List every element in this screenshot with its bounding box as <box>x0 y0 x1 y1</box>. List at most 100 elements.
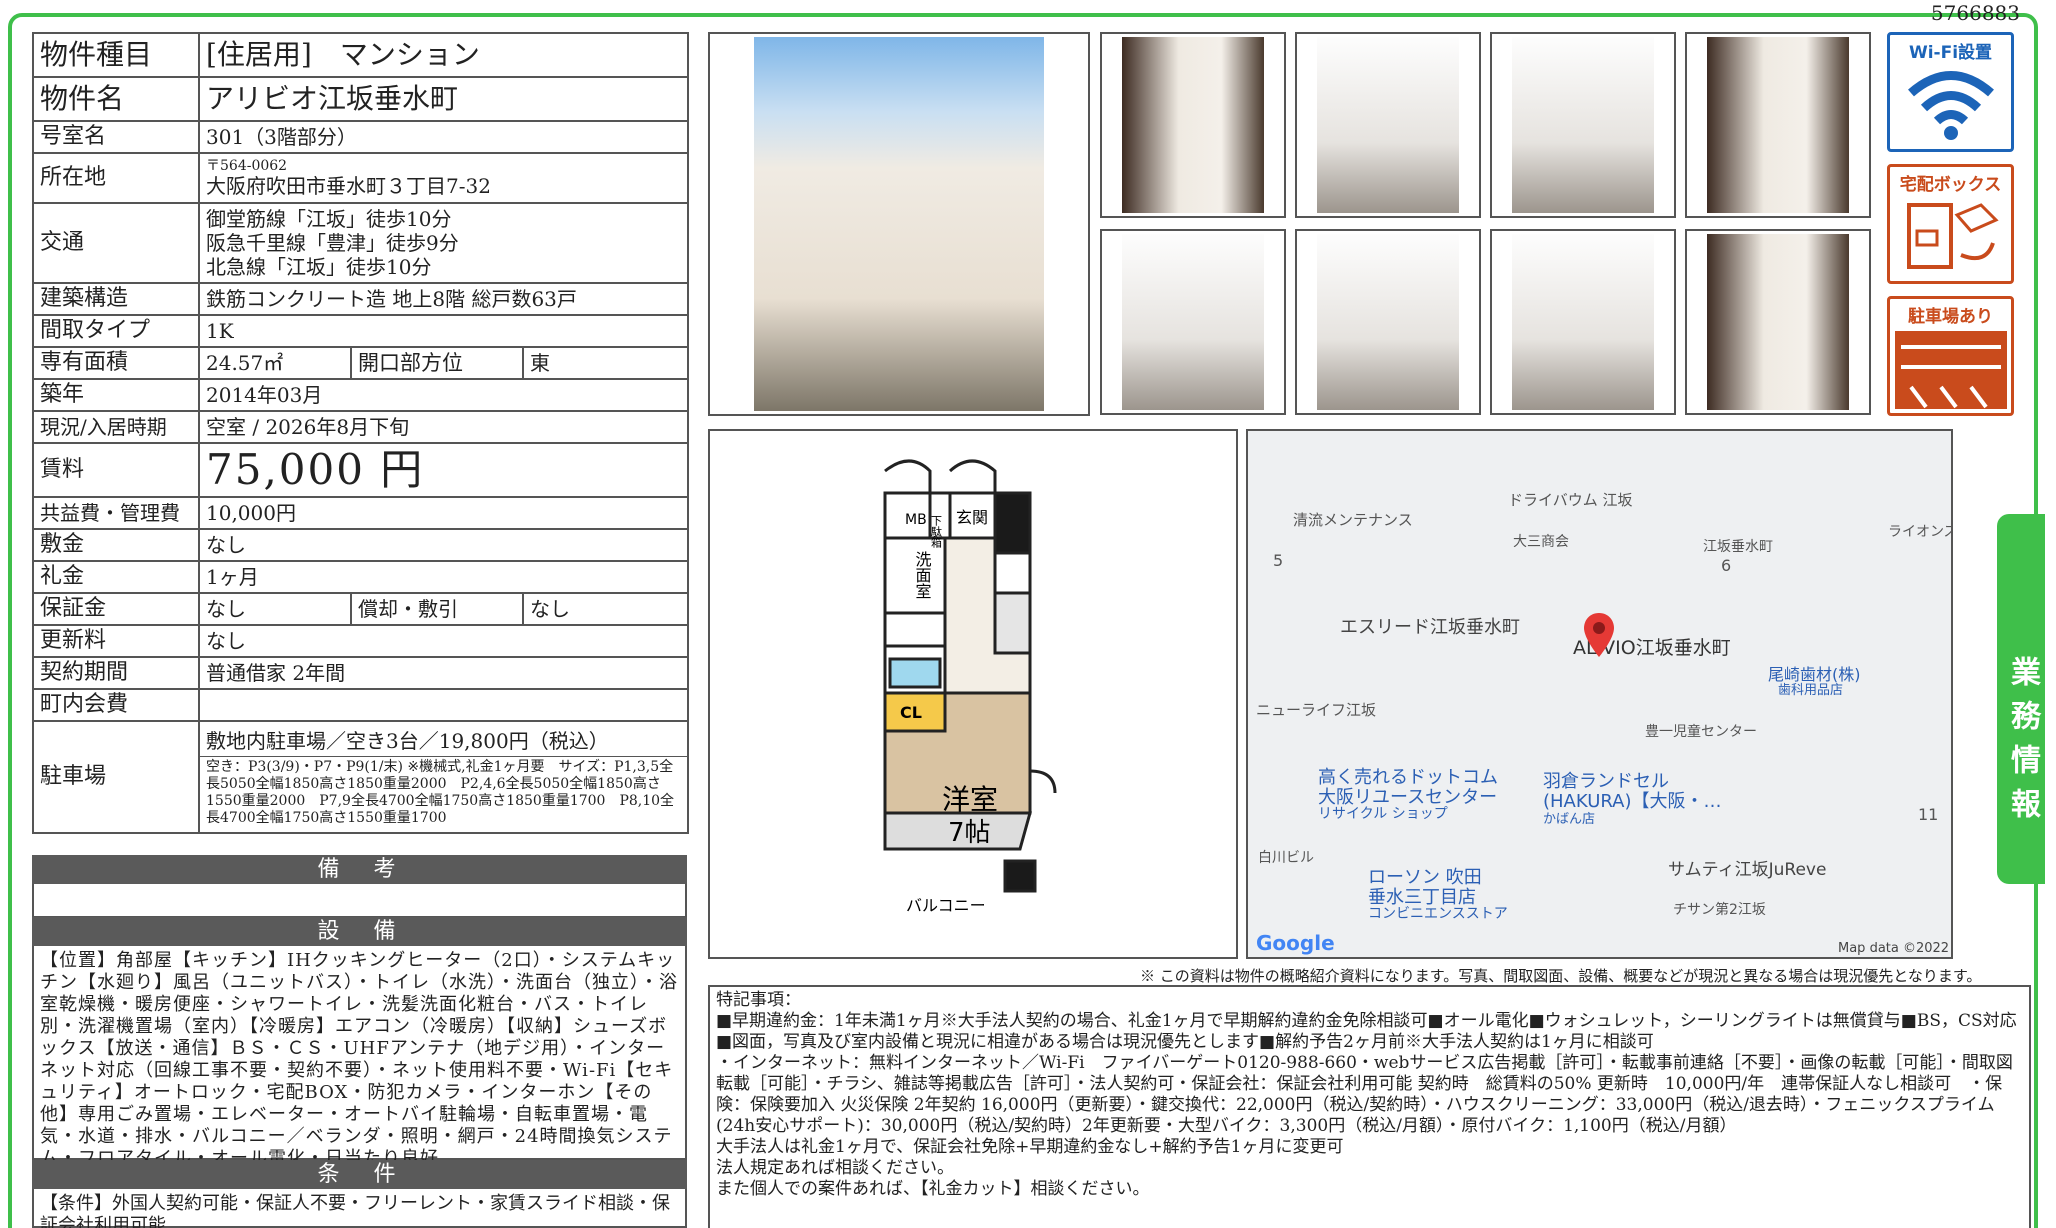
transport-line: 阪急千里線「豊津」徒歩9分 <box>206 231 459 255</box>
community-value <box>198 688 689 722</box>
address-label: 所在地 <box>32 152 200 204</box>
toilet-photo <box>1490 32 1676 218</box>
structure-label: 建築構造 <box>32 282 200 316</box>
built-label: 築年 <box>32 378 200 412</box>
shelf-photo <box>1295 32 1481 218</box>
name-label: 物件名 <box>32 76 200 122</box>
hallway-photo <box>1100 32 1286 218</box>
document-number: 5766883 <box>1930 1 2020 25</box>
business-info-tab[interactable]: 業務情報 <box>1997 514 2045 884</box>
map-label: 歯科用品店 <box>1778 683 1844 698</box>
map-label: ライオンズマンション <box>1888 524 1953 540</box>
map-label: ニューライフ江坂 <box>1256 701 1377 719</box>
map-label: かばん店 <box>1543 812 1596 827</box>
status-label: 現況/入居時期 <box>32 410 200 444</box>
address-value: 大阪府吹田市垂水町３丁目7-32 <box>206 174 491 198</box>
contract-label: 契約期間 <box>32 656 200 690</box>
map-label: エスリード江坂垂水町 <box>1340 617 1520 638</box>
map-attribution: Map data ©2022 <box>1838 941 1950 956</box>
room-label: 洋室 <box>942 783 998 816</box>
layout-value: 1K <box>198 314 689 348</box>
property-spec-table: 物件種目 [住居用] マンション 物件名 アリビオ江坂垂水町 号室名 301（3階部分… <box>32 32 689 834</box>
transport-label: 交通 <box>32 202 200 284</box>
community-label: 町内会費 <box>32 688 200 722</box>
conditions-header: 条 件 <box>32 1160 687 1189</box>
wifi-icon <box>1907 71 1994 140</box>
map-label: 豊一児童センター <box>1645 724 1757 740</box>
closet-label: CL <box>900 703 922 722</box>
parking-badge: 駐車場あり <box>1887 296 2014 416</box>
equipment-box: 【位置】角部屋【キッチン】IHクッキングヒーター（2口）・システムキッチン【水廻… <box>32 946 687 1169</box>
mb-label: MB <box>905 512 927 528</box>
postal-code: 〒564-0062 <box>206 158 288 174</box>
type-label: 物件種目 <box>32 32 200 78</box>
transport-line: 御堂筋線「江坂」徒歩10分 <box>206 207 452 231</box>
entrance-label: 玄関 <box>956 508 988 527</box>
map-label: 5 <box>1273 551 1284 570</box>
rent-label: 賃料 <box>32 442 200 498</box>
built-value: 2014年03月 <box>198 378 689 412</box>
map-label: チサン第2江坂 <box>1673 902 1766 918</box>
layout-label: 間取タイプ <box>32 314 200 348</box>
room-value: 301（3階部分） <box>198 120 689 154</box>
contract-value: 普通借家 2年間 <box>198 656 689 690</box>
building-photo <box>708 32 1090 416</box>
direction-label: 開口部方位 <box>350 346 524 380</box>
deposit-label: 敷金 <box>32 528 200 562</box>
area-label: 専有面積 <box>32 346 200 380</box>
wifi-badge-label: Wi-Fi設置 <box>1908 43 1993 63</box>
renewal-value: なし <box>198 624 689 658</box>
area-value: 24.57㎡ <box>198 346 352 380</box>
conditions-box: 【条件】外国人契約可能・保証人不要・フリーレント・家賃スライド相談・保証会社利用… <box>32 1189 687 1228</box>
room-door-photo <box>1685 229 1871 415</box>
parking-label: 駐車場 <box>32 720 200 834</box>
guarantee-label: 保証金 <box>32 592 200 626</box>
direction-value: 東 <box>522 346 689 380</box>
map-label: 江坂垂水町 <box>1703 539 1773 555</box>
parking-value: 敷地内駐車場／空き3台／19,800円（税込） <box>200 726 687 757</box>
map-pin-icon <box>1584 613 1614 657</box>
amort-value: なし <box>522 592 689 626</box>
equipment-header: 設 備 <box>32 917 687 946</box>
shoe-box-label: 下駄箱 <box>930 515 943 549</box>
special-notes: 特記事項： ■早期違約金：1年未満1ヶ月※大手法人契約の場合、礼金1ヶ月で早期解… <box>708 985 2031 1228</box>
parking-icon <box>1894 331 2007 409</box>
delivery-badge-label: 宅配ボックス <box>1899 175 2002 195</box>
room-size-label: 7帖 <box>948 818 991 848</box>
map-label: コンビニエンスストア <box>1368 906 1508 922</box>
google-logo: Google <box>1256 931 1335 955</box>
floor-plan: MB 下駄箱 玄関 洗面室 CL 洋室 7帖 バルコニー <box>708 429 1238 959</box>
fee-value: 10,000円 <box>198 496 689 530</box>
map-label: 11 <box>1918 805 1939 824</box>
key-money-label: 礼金 <box>32 560 200 594</box>
name-value: アリビオ江坂垂水町 <box>198 76 689 122</box>
map-label: ドライバウム 江坂 <box>1508 491 1633 509</box>
delivery-box-icon <box>1906 203 1999 269</box>
renewal-label: 更新料 <box>32 624 200 658</box>
fee-label: 共益費・管理費 <box>32 496 200 530</box>
guarantee-value: なし <box>198 592 352 626</box>
map-label: リサイクル ショップ <box>1318 806 1448 822</box>
map-label: 白川ビル <box>1258 850 1314 866</box>
washroom-label: 洗面室 <box>913 551 932 599</box>
delivery-box-badge: 宅配ボックス <box>1887 164 2014 284</box>
bathroom-photo <box>1100 229 1286 415</box>
remarks-box <box>32 884 687 918</box>
transport-line: 北急線「江坂」徒歩10分 <box>206 255 432 279</box>
disclaimer-note: ※ この資料は物件の概略紹介資料になります。写真、間取図面、設備、概要などが現況… <box>1140 967 1982 985</box>
map-label: 大三商会 <box>1513 534 1569 550</box>
washroom-photo <box>1295 229 1481 415</box>
location-map[interactable]: ドライバウム 江坂 清流メンテナンス ライオンズマンション 江坂垂水町 大三商会… <box>1246 429 1953 959</box>
remarks-header: 備 考 <box>32 855 687 884</box>
type-value: [住居用] マンション <box>198 32 689 78</box>
key-money-value: 1ヶ月 <box>198 560 689 594</box>
kitchen-photo <box>1685 32 1871 218</box>
parking-detail: 空き：P3(3/9)・P7・P9(1/末) ※機械式,礼金1ヶ月要 サイズ：P1… <box>206 758 675 826</box>
balcony-label: バルコニー <box>906 896 986 915</box>
rent-value: 75,000 円 <box>198 442 689 498</box>
room-photo <box>1490 229 1676 415</box>
map-label: 6 <box>1721 556 1732 575</box>
map-label: サムティ江坂JuReve <box>1668 860 1827 880</box>
parking-badge-label: 駐車場あり <box>1890 302 2011 327</box>
status-value: 空室 / 2026年8月下旬 <box>198 410 689 444</box>
